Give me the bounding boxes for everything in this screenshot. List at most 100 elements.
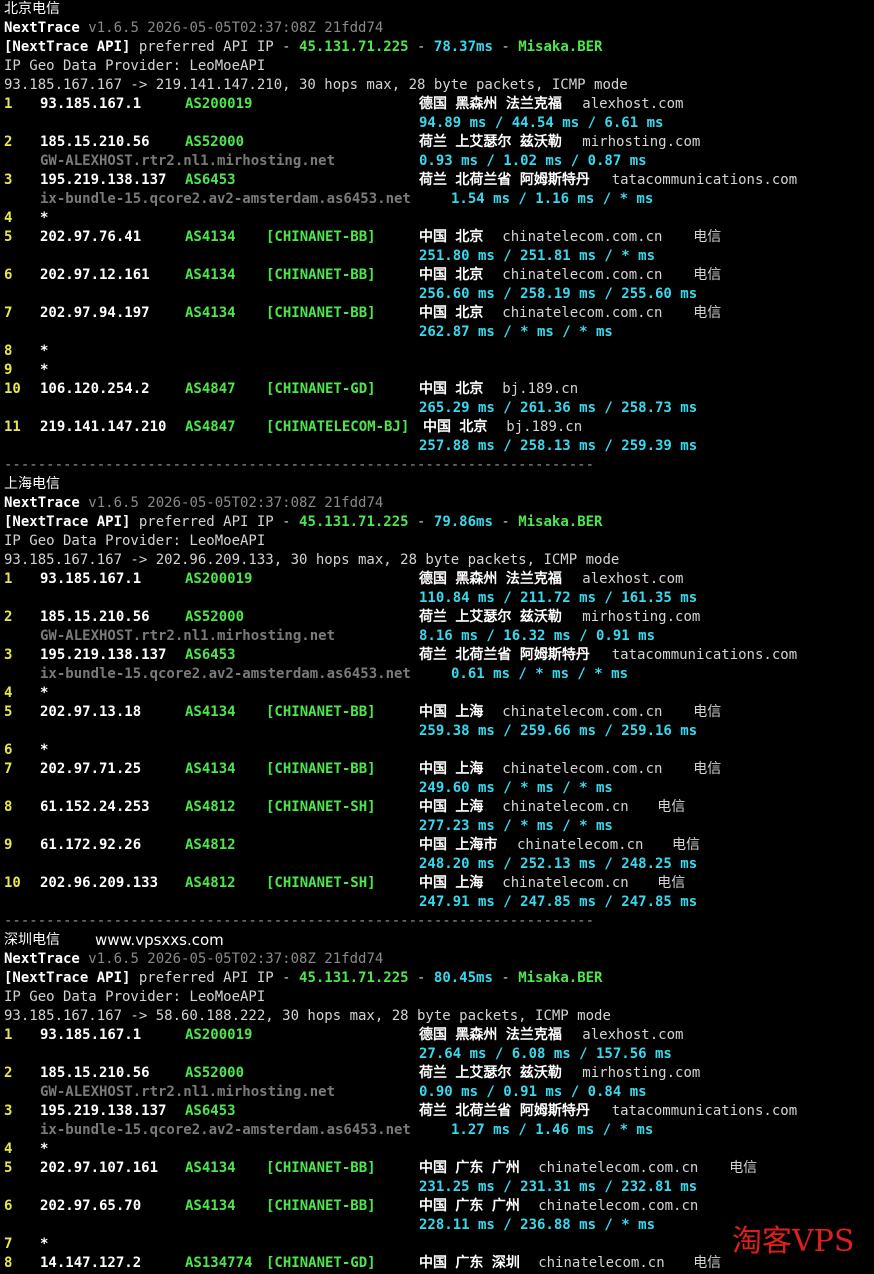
- nexttrace-version-line: NextTrace v1.6.5 2026-05-05T02:37:08Z 21…: [0, 950, 874, 969]
- terminal-window[interactable]: 北京电信 NextTrace v1.6.5 2026-05-05T02:37:08…: [0, 0, 874, 1274]
- hop-number: 7: [4, 1236, 13, 1252]
- hop-asn: AS4812: [185, 875, 236, 891]
- hop-row: 6 202.97.12.161 AS4134 [CHINANET-BB] 中国 北京 ch…: [0, 266, 874, 285]
- hop-latency: 251.80 ms / 251.81 ms / * ms: [419, 248, 656, 264]
- nexttrace-version: v1.6.5 2026-05-05T02:37:08Z 21fdd74: [88, 495, 384, 511]
- api-latency: 80.45ms: [433, 970, 493, 986]
- hop-detail-row: 110.84 ms / 211.72 ms / 161.35 ms: [0, 589, 874, 608]
- hop-number: 7: [4, 305, 13, 321]
- hop-ip: 202.96.209.133: [40, 875, 159, 891]
- hop-network-tag: [CHINANET-BB]: [266, 229, 376, 245]
- hop-number: 5: [4, 1160, 13, 1176]
- hop-hostname: alexhost.com: [582, 1027, 684, 1043]
- hop-ip: 195.219.138.137: [40, 172, 167, 188]
- hop-row: 5 202.97.13.18 AS4134 [CHINANET-BB] 中国 上海 chi…: [0, 703, 874, 722]
- route-summary: 93.185.167.167 -> 58.60.188.222, 30 hops…: [4, 1008, 611, 1024]
- hop-geo-location: 德国 黑森州 法兰克福: [419, 96, 562, 112]
- hop-row: 9 *: [0, 361, 874, 380]
- nexttrace-brand: NextTrace: [4, 20, 80, 36]
- hop-reverse-dns: ix-bundle-15.qcore2.av2-amsterdam.as6453…: [40, 191, 411, 207]
- section-divider: ----------------------------------------…: [0, 456, 874, 475]
- hop-latency: 110.84 ms / 211.72 ms / 161.35 ms: [419, 590, 698, 606]
- hop-ip: 106.120.254.2: [40, 381, 150, 397]
- hop-asn: AS4847: [185, 419, 236, 435]
- hop-geo-location: 荷兰 北荷兰省 阿姆斯特丹: [419, 1103, 590, 1119]
- hop-geo-location: 荷兰 上艾瑟尔 兹沃勒: [419, 134, 562, 150]
- hop-ip: 185.15.210.56: [40, 134, 150, 150]
- hop-latency: 277.23 ms / * ms / * ms: [419, 818, 613, 834]
- hop-asn: AS6453: [185, 1103, 236, 1119]
- hop-network-tag: [CHINANET-BB]: [266, 761, 376, 777]
- section-title: 北京电信: [4, 1, 60, 17]
- hop-ip: 61.152.24.253: [40, 799, 150, 815]
- hop-reverse-dns: GW-ALEXHOST.rtr2.nl1.mirhosting.net: [40, 153, 336, 169]
- geo-provider-line: IP Geo Data Provider: LeoMoeAPI: [0, 988, 874, 1007]
- section-title-line: 深圳电信 www.vpsxxs.com: [0, 931, 874, 950]
- hop-row: 7 202.97.71.25 AS4134 [CHINANET-BB] 中国 上海 chi…: [0, 760, 874, 779]
- hop-number: 3: [4, 1103, 13, 1119]
- hop-asn: AS4134: [185, 761, 236, 777]
- hop-network-tag: [CHINANET-BB]: [266, 704, 376, 720]
- hop-detail-row: GW-ALEXHOST.rtr2.nl1.mirhosting.net 8.16 …: [0, 627, 874, 646]
- hop-detail-row: GW-ALEXHOST.rtr2.nl1.mirhosting.net 0.93 …: [0, 152, 874, 171]
- hop-latency: 8.16 ms / 16.32 ms / 0.91 ms: [419, 628, 656, 644]
- api-separator: -: [408, 39, 434, 55]
- hop-hostname: chinatelecom.cn: [502, 799, 629, 815]
- hop-number: 8: [4, 343, 13, 359]
- hop-hostname: chinatelecom.com.cn: [502, 704, 663, 720]
- nexttrace-brand: NextTrace: [4, 951, 80, 967]
- api-node: Misaka.BER: [518, 970, 603, 986]
- hop-timeout: *: [40, 362, 49, 378]
- hop-detail-row: 257.88 ms / 258.13 ms / 259.39 ms: [0, 437, 874, 456]
- hop-detail-row: 277.23 ms / * ms / * ms: [0, 817, 874, 836]
- hop-number: 7: [4, 761, 13, 777]
- hop-hostname: bj.189.cn: [506, 419, 583, 435]
- hop-asn: AS4134: [185, 267, 236, 283]
- hop-hostname: mirhosting.com: [582, 134, 701, 150]
- hop-asn: AS4847: [185, 381, 236, 397]
- hop-number: 8: [4, 799, 13, 815]
- hop-detail-row: 256.60 ms / 258.19 ms / 255.60 ms: [0, 285, 874, 304]
- hop-hostname: chinatelecom.cn: [538, 1255, 665, 1271]
- hop-row: 6 202.97.65.70 AS4134 [CHINANET-BB] 中国 广东 广州…: [0, 1197, 874, 1216]
- hop-reverse-dns: ix-bundle-15.qcore2.av2-amsterdam.as6453…: [40, 1122, 411, 1138]
- hop-ip: 93.185.167.1: [40, 96, 142, 112]
- hop-geo-location: 中国 北京: [419, 305, 484, 321]
- hop-latency: 262.87 ms / * ms / * ms: [419, 324, 613, 340]
- hop-asn: AS200019: [185, 96, 253, 112]
- hop-ip: 93.185.167.1: [40, 1027, 142, 1043]
- hop-row: 3 195.219.138.137 AS6453 荷兰 北荷兰省 阿姆斯特丹 tatac…: [0, 171, 874, 190]
- hop-isp: 电信: [693, 267, 722, 283]
- hop-number: 2: [4, 609, 13, 625]
- api-line: [NextTrace API] preferred API IP - 45.13…: [0, 513, 874, 532]
- hop-row: 1 93.185.167.1 AS200019 德国 黑森州 法兰克福 alexhost…: [0, 95, 874, 114]
- hop-row: 8 61.152.24.253 AS4812 [CHINANET-SH] 中国 上海 ch…: [0, 798, 874, 817]
- hop-asn: AS52000: [185, 609, 245, 625]
- geo-provider: IP Geo Data Provider: LeoMoeAPI: [4, 533, 266, 549]
- hop-isp: 电信: [657, 799, 686, 815]
- hop-row: 4 *: [0, 1140, 874, 1159]
- hop-timeout: *: [40, 343, 49, 359]
- hop-row: 1 93.185.167.1 AS200019 德国 黑森州 法兰克福 alexhost…: [0, 1026, 874, 1045]
- hop-latency: 0.90 ms / 0.91 ms / 0.84 ms: [419, 1084, 647, 1100]
- hop-network-tag: [CHINANET-SH]: [266, 799, 376, 815]
- hop-hostname: alexhost.com: [582, 96, 684, 112]
- hop-row: 10 106.120.254.2 AS4847 [CHINANET-GD] 中国 北京 b…: [0, 380, 874, 399]
- hop-geo-location: 中国 上海市: [419, 837, 498, 853]
- hop-latency: 247.91 ms / 247.85 ms / 247.85 ms: [419, 894, 698, 910]
- section-title: 深圳电信: [4, 932, 60, 948]
- hop-asn: AS52000: [185, 134, 245, 150]
- api-ip: 45.131.71.225: [299, 970, 409, 986]
- hop-hostname: mirhosting.com: [582, 1065, 701, 1081]
- hop-number: 6: [4, 1198, 13, 1214]
- api-separator: -: [492, 514, 519, 530]
- route-summary: 93.185.167.167 -> 202.96.209.133, 30 hop…: [4, 552, 620, 568]
- hop-hostname: bj.189.cn: [502, 381, 579, 397]
- hop-row: 5 202.97.76.41 AS4134 [CHINANET-BB] 中国 北京 chi…: [0, 228, 874, 247]
- hop-number: 9: [4, 362, 13, 378]
- hop-number: 4: [4, 210, 13, 226]
- hop-geo-location: 中国 广东 深圳: [419, 1255, 520, 1271]
- hop-asn: AS4134: [185, 704, 236, 720]
- geo-provider-line: IP Geo Data Provider: LeoMoeAPI: [0, 57, 874, 76]
- hop-hostname: chinatelecom.com.cn: [502, 305, 663, 321]
